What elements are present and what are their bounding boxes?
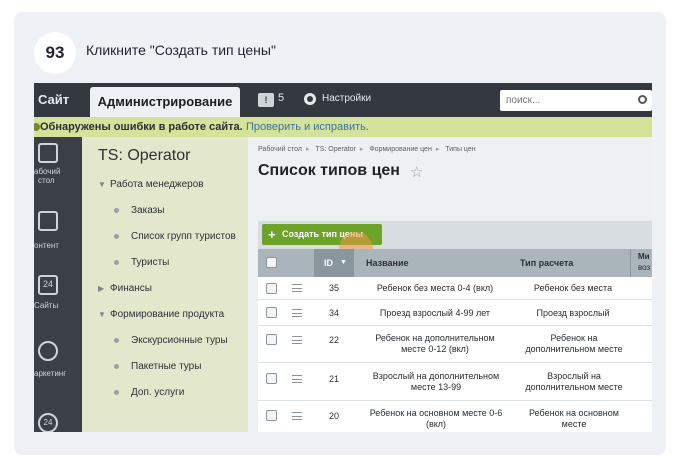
- table-row[interactable]: 34 Проезд взрослый 4-99 лет Проезд взрос…: [258, 300, 652, 326]
- gear-icon[interactable]: [304, 93, 316, 105]
- clock-icon: 24: [38, 413, 58, 432]
- row-checkbox[interactable]: [266, 307, 277, 318]
- id-column-header[interactable]: ID ▼: [314, 249, 354, 277]
- site-tab[interactable]: Сайт: [34, 83, 90, 117]
- chevron-right-icon: ▶: [98, 284, 105, 293]
- column-divider: [630, 249, 631, 277]
- hamburger-icon[interactable]: [292, 284, 302, 292]
- menu-item-tourists[interactable]: Туристы: [114, 257, 169, 268]
- row-name: Взрослый на дополнительном месте 13-99: [372, 371, 500, 392]
- icon-sidebar: абочий стол онтент 24 Сайты аркетинг 24: [34, 137, 82, 432]
- tutorial-card: 93 Кликните "Создать тип цены" Сайт Адми…: [14, 12, 666, 455]
- chevron-right-icon: ▸: [435, 146, 440, 153]
- plus-icon: +: [268, 227, 276, 242]
- step-instruction: Кликните "Создать тип цены": [86, 42, 276, 58]
- row-calc: Ребенок без места: [533, 283, 613, 293]
- admin-tab[interactable]: Администрирование: [90, 87, 240, 117]
- side-menu-title: TS: Operator: [98, 147, 191, 164]
- chevron-right-icon: ▸: [305, 146, 310, 153]
- row-name: Ребенок без места 0-4 (вкл): [376, 283, 494, 293]
- row-name: Ребенок на основном месте 0-6 (вкл): [369, 408, 503, 429]
- target-icon: [38, 341, 58, 361]
- document-icon: [38, 211, 58, 231]
- menu-item-excursions[interactable]: Экскурсионные туры: [114, 335, 228, 346]
- calendar-icon: 24: [38, 275, 58, 295]
- row-checkbox[interactable]: [266, 283, 277, 294]
- row-calc: Проезд взрослый: [536, 308, 610, 318]
- bullet-icon: [114, 389, 119, 395]
- bullet-icon: [114, 233, 119, 239]
- hamburger-icon[interactable]: [292, 412, 302, 420]
- error-alert: Обнаружены ошибки в работе сайта. Провер…: [34, 117, 652, 137]
- settings-link[interactable]: Настройки: [322, 93, 371, 104]
- menu-item-orders[interactable]: Заказы: [114, 205, 164, 216]
- row-name: Проезд взрослый 4-99 лет: [379, 308, 491, 318]
- row-id: 22: [328, 335, 339, 345]
- calc-column-header[interactable]: Тип расчета: [520, 249, 573, 277]
- breadcrumb-item[interactable]: Формирование цен: [369, 146, 431, 153]
- name-column-header[interactable]: Название: [366, 249, 408, 277]
- row-checkbox[interactable]: [266, 410, 277, 421]
- row-name: Ребенок на дополнительном месте 0-12 (вк…: [375, 333, 495, 354]
- admin-topbar: Сайт Администрирование ! 5 Настройки: [34, 83, 652, 117]
- menu-item-package-tours[interactable]: Пакетные туры: [114, 361, 201, 372]
- row-id: 34: [328, 308, 339, 318]
- search-icon[interactable]: [638, 95, 647, 104]
- bullet-icon: [114, 259, 119, 265]
- home-icon: [38, 143, 58, 163]
- chevron-down-icon: ▼: [98, 310, 106, 319]
- table-row[interactable]: 20 Ребенок на основном месте 0-6 (вкл) Р…: [258, 401, 652, 432]
- table-row[interactable]: 22 Ребенок на дополнительном месте 0-12 …: [258, 326, 652, 363]
- table-row[interactable]: 35 Ребенок без места 0-4 (вкл) Ребенок б…: [258, 277, 652, 300]
- chevron-down-icon: ▼: [98, 180, 106, 189]
- search-box: [500, 90, 652, 111]
- bullet-icon: [114, 207, 119, 213]
- row-calc: Ребенок на основном месте: [529, 408, 619, 429]
- alert-text: Обнаружены ошибки в работе сайта.: [40, 121, 243, 133]
- breadcrumb-item[interactable]: Типы цен: [445, 146, 475, 153]
- select-all-checkbox[interactable]: [266, 257, 277, 268]
- menu-item-product[interactable]: ▼ Формирование продукта: [98, 309, 224, 320]
- menu-item-managers[interactable]: ▼ Работа менеджеров: [98, 179, 204, 190]
- screenshot: Сайт Администрирование ! 5 Настройки Обн…: [34, 83, 652, 432]
- row-id: 20: [328, 411, 339, 421]
- row-checkbox[interactable]: [266, 334, 277, 345]
- main-content: Рабочий стол ▸ TS: Operator ▸ Формирование…: [248, 137, 652, 432]
- bullet-icon: [114, 363, 119, 369]
- iconbar-label-desktop-1: абочий: [34, 167, 61, 176]
- row-calc: Ребенок на дополнительном месте: [525, 333, 623, 354]
- bullet-icon: [114, 337, 119, 343]
- star-icon[interactable]: ☆: [410, 163, 423, 181]
- breadcrumb: Рабочий стол ▸ TS: Operator ▸ Формирование…: [258, 145, 476, 153]
- row-id: 35: [328, 283, 339, 293]
- row-calc: Взрослый на дополнительном месте: [525, 371, 623, 392]
- menu-item-finance[interactable]: ▶ Финансы: [98, 283, 152, 294]
- breadcrumb-item[interactable]: Рабочий стол: [258, 146, 302, 153]
- row-checkbox[interactable]: [266, 373, 277, 384]
- side-menu: TS: Operator ▼ Работа менеджеров Заказы С…: [82, 137, 248, 432]
- iconbar-label-marketing: аркетинг: [34, 369, 67, 378]
- breadcrumb-item[interactable]: TS: Operator: [315, 146, 355, 153]
- hamburger-icon[interactable]: [292, 336, 302, 344]
- table-row[interactable]: 21 Взрослый на дополнительном месте 13-9…: [258, 363, 652, 401]
- row-id: 21: [328, 374, 339, 384]
- hamburger-icon[interactable]: [292, 375, 302, 383]
- search-input[interactable]: [506, 93, 624, 108]
- sort-down-icon: ▼: [340, 259, 347, 266]
- page-title: Список типов цен: [258, 162, 400, 179]
- hamburger-icon[interactable]: [292, 309, 302, 317]
- alert-fix-link[interactable]: Проверить и исправить.: [246, 117, 369, 137]
- chevron-right-icon: ▸: [359, 146, 364, 153]
- menu-item-tourist-groups[interactable]: Список групп туристов: [114, 231, 236, 242]
- notifications-icon[interactable]: !: [258, 93, 274, 107]
- toolbar: + Создать тип цены: [258, 221, 652, 249]
- table-header: ID ▼ Название Тип расчета Ми воз: [258, 249, 652, 277]
- menu-item-extra-services[interactable]: Доп. услуги: [114, 387, 184, 398]
- iconbar-label-content: онтент: [34, 241, 59, 250]
- notifications-count[interactable]: 5: [278, 92, 284, 104]
- iconbar-label-sites: Сайты: [34, 301, 59, 310]
- step-number: 93: [34, 32, 76, 74]
- iconbar-label-desktop-2: стол: [38, 176, 55, 185]
